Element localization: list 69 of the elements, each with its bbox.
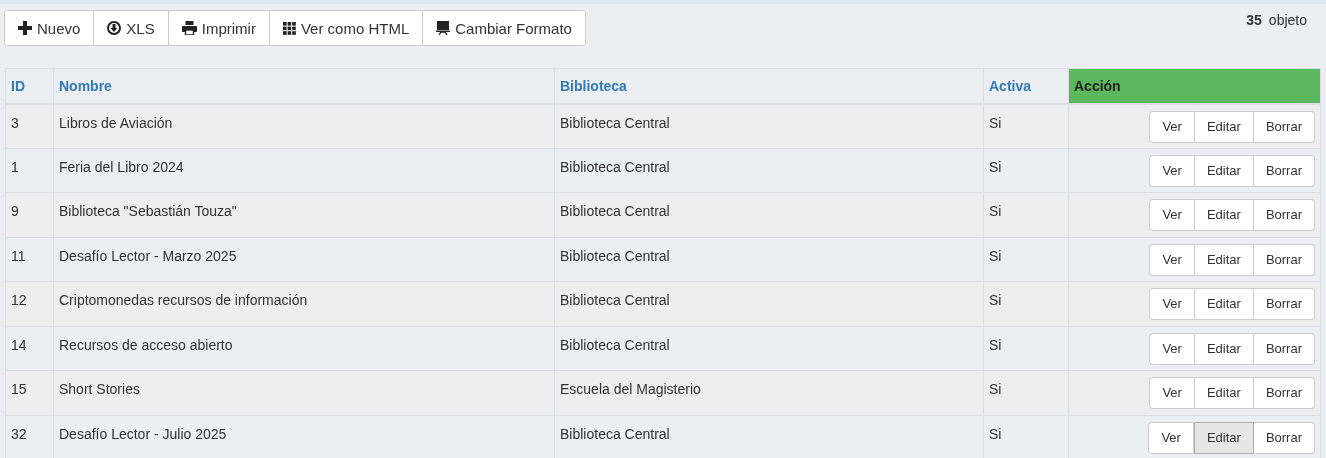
name-cell: Criptomonedas recursos de información <box>53 281 555 326</box>
id-cell: 32 <box>5 415 54 458</box>
active-cell: Si <box>983 148 1069 193</box>
id-cell: 14 <box>5 326 54 371</box>
column-header: Nombre <box>53 68 555 104</box>
action-button[interactable]: Ver <box>1149 110 1195 143</box>
library-cell: Biblioteca Central <box>554 103 984 148</box>
action-button[interactable]: Editar <box>1194 288 1254 320</box>
action-button[interactable]: Ver <box>1149 199 1195 231</box>
action-button[interactable]: Borrar <box>1253 154 1315 187</box>
action-button[interactable]: Editar <box>1194 243 1254 276</box>
name-cell: Short Stories <box>53 370 555 415</box>
active-cell: Si <box>983 237 1069 282</box>
id-cell: 15 <box>5 370 54 415</box>
name-cell: Desafío Lector - Julio 2025 <box>53 415 555 458</box>
active-cell: Si <box>983 192 1069 237</box>
library-cell: Biblioteca Central <box>554 148 984 193</box>
id-cell: 11 <box>5 237 54 282</box>
monitor-icon <box>436 21 451 35</box>
action-button[interactable]: Borrar <box>1253 288 1315 320</box>
grid-icon <box>282 21 296 35</box>
action-button[interactable]: Ver <box>1149 243 1195 276</box>
active-cell: Si <box>983 415 1069 458</box>
action-button[interactable]: Ver <box>1148 421 1194 454</box>
library-cell: Biblioteca Central <box>554 237 984 282</box>
download-icon <box>107 21 122 35</box>
id-cell: 9 <box>5 192 54 237</box>
action-button[interactable]: Editar <box>1193 421 1254 454</box>
library-cell: Biblioteca Central <box>554 326 984 371</box>
object-count: 35 <box>1246 12 1262 28</box>
action-button[interactable]: Borrar <box>1253 332 1315 365</box>
object-count-label: objeto <box>1268 12 1307 28</box>
library-cell: Escuela del Magisterio <box>554 370 984 415</box>
active-cell: Si <box>983 103 1069 148</box>
toolbar-button[interactable]: Cambiar Formato <box>422 11 585 45</box>
id-cell: 1 <box>5 148 54 193</box>
active-cell: Si <box>983 281 1069 326</box>
id-cell: 12 <box>5 281 54 326</box>
name-cell: Recursos de acceso abierto <box>53 326 555 371</box>
action-button[interactable]: Editar <box>1194 199 1254 231</box>
name-cell: Desafío Lector - Marzo 2025 <box>53 237 555 282</box>
action-button[interactable]: Borrar <box>1253 110 1315 143</box>
action-button[interactable]: Editar <box>1194 110 1254 143</box>
name-cell: Biblioteca "Sebastián Touza" <box>53 192 555 237</box>
plus-icon <box>18 21 32 35</box>
library-cell: Biblioteca Central <box>554 192 984 237</box>
action-button[interactable]: Borrar <box>1253 377 1315 409</box>
action-button[interactable]: Editar <box>1194 377 1254 409</box>
action-button[interactable]: Borrar <box>1253 199 1315 231</box>
name-cell: Libros de Aviación <box>53 103 555 148</box>
action-button[interactable]: Ver <box>1149 154 1195 187</box>
active-cell: Si <box>983 370 1069 415</box>
library-cell: Biblioteca Central <box>554 281 984 326</box>
column-header: ID <box>5 68 54 104</box>
column-header: Biblioteca <box>554 68 984 104</box>
action-button[interactable]: Ver <box>1149 332 1195 365</box>
action-button[interactable]: Borrar <box>1253 243 1315 276</box>
column-header: Acción <box>1068 68 1321 104</box>
name-cell: Feria del Libro 2024 <box>53 148 555 193</box>
column-header: Activa <box>983 68 1069 104</box>
id-cell: 3 <box>5 103 54 148</box>
action-button[interactable]: Editar <box>1194 154 1254 187</box>
action-button[interactable]: Ver <box>1149 377 1195 409</box>
printer-icon <box>181 21 197 35</box>
action-button[interactable]: Ver <box>1149 288 1195 320</box>
active-cell: Si <box>983 326 1069 371</box>
library-cell: Biblioteca Central <box>554 415 984 458</box>
action-button[interactable]: Borrar <box>1253 421 1315 454</box>
action-button[interactable]: Editar <box>1194 332 1254 365</box>
